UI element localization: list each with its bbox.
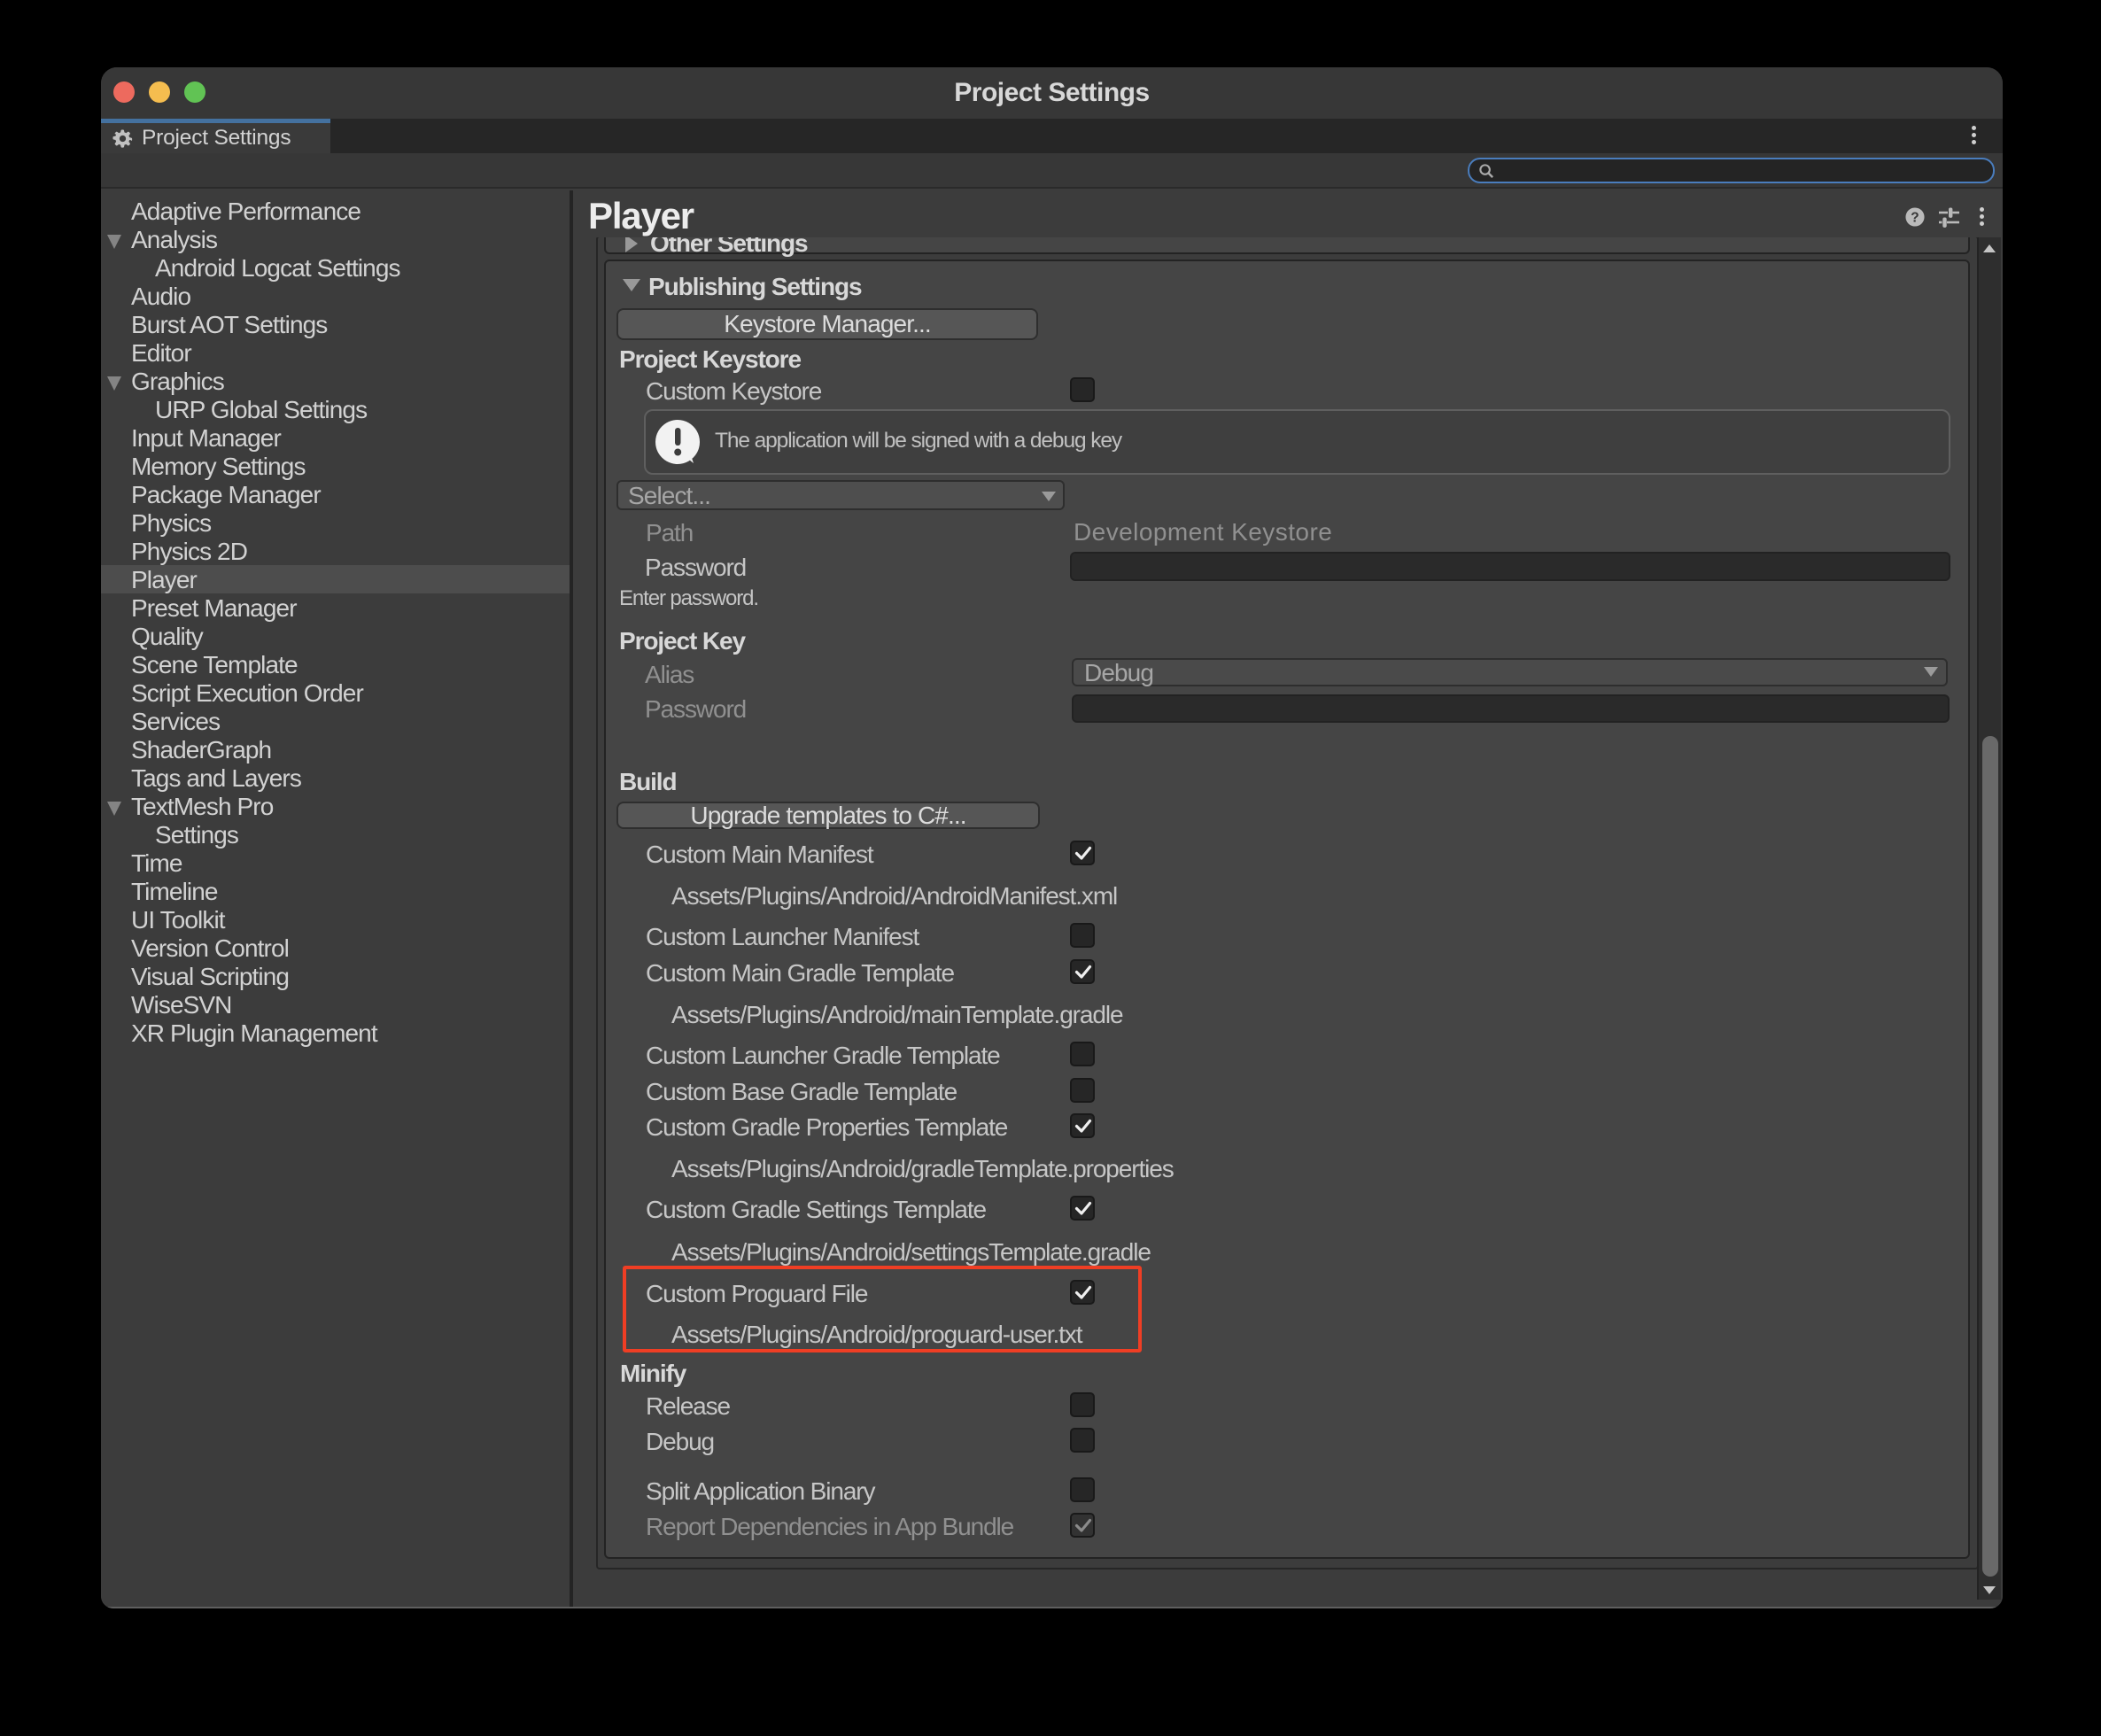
svg-text:?: ? [1911,210,1919,225]
